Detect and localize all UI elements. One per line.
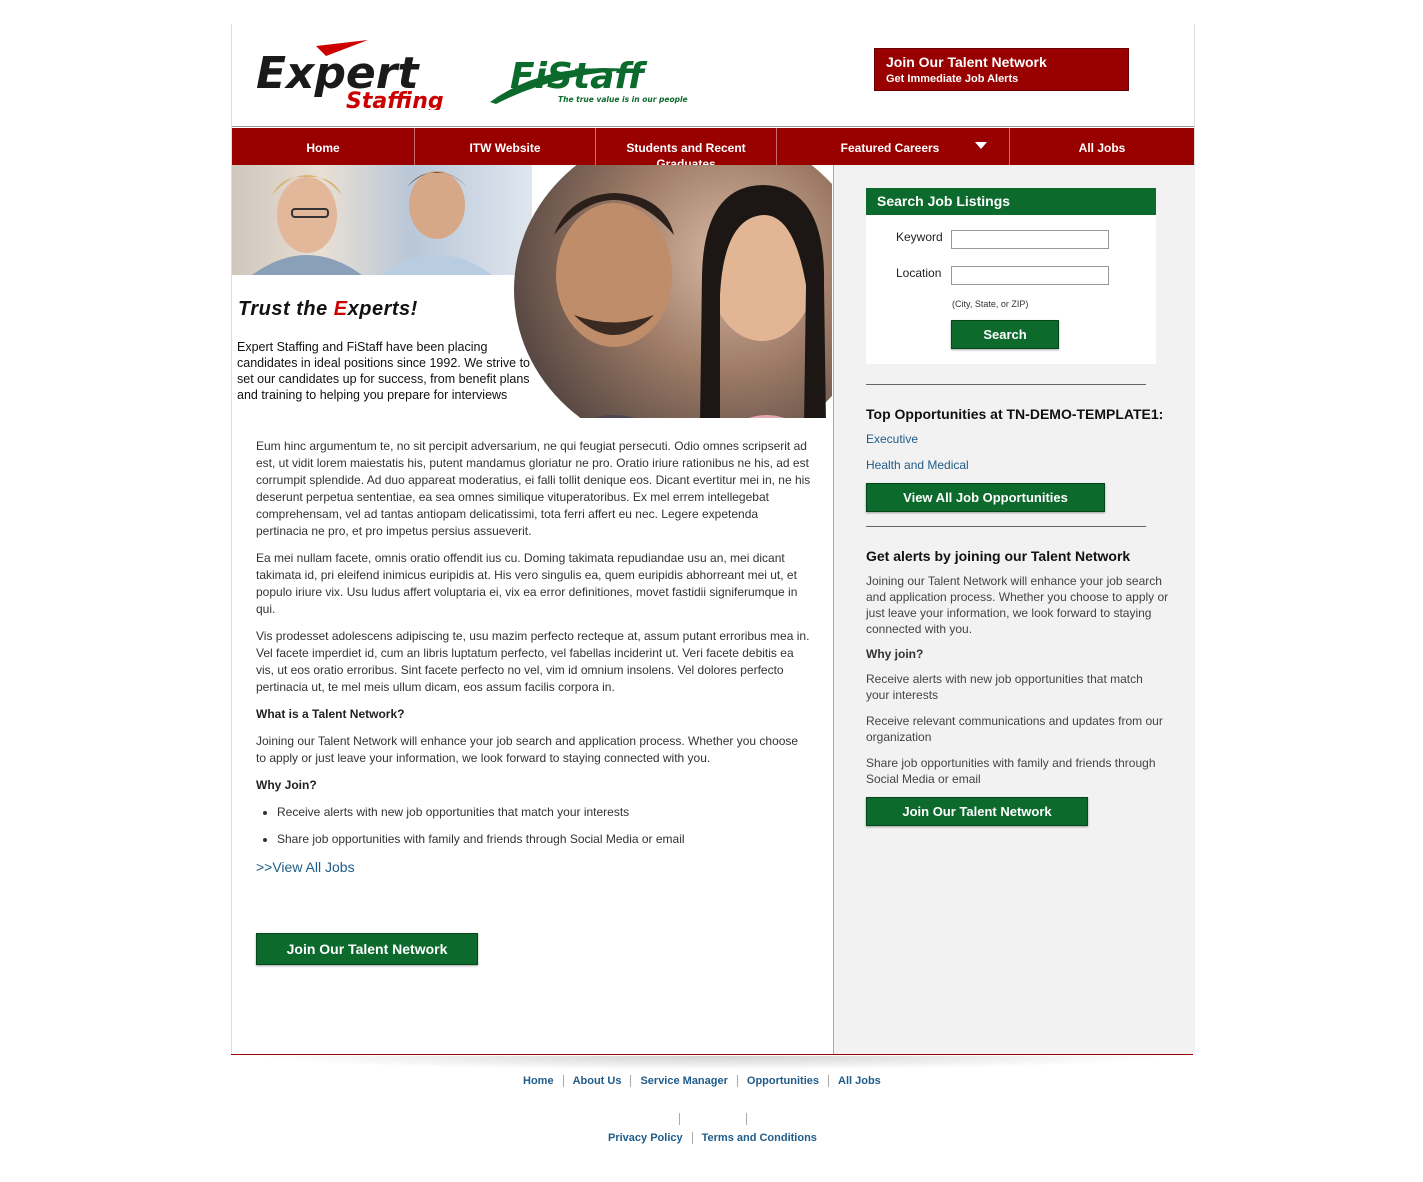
main-content: Eum hinc argumentum te, no sit percipit … — [256, 438, 811, 858]
reason-item: Receive relevant communications and upda… — [866, 714, 1163, 744]
search-panel-title: Search Job Listings — [866, 188, 1156, 215]
view-all-jobs-link[interactable]: >>View All Jobs — [256, 859, 355, 875]
hero-title-prefix: Trust the — [238, 298, 334, 320]
list-item: Share job opportunities with family and … — [277, 831, 811, 848]
footer-separator — [828, 1075, 829, 1088]
hero-title-suffix: xperts! — [347, 298, 418, 320]
keyword-label: Keyword — [896, 230, 943, 244]
nav-label: Students and Recent Graduates — [626, 141, 746, 165]
nav-itw-website[interactable]: ITW Website — [415, 128, 596, 165]
join-talent-network-banner[interactable]: Join Our Talent Network Get Immediate Jo… — [874, 48, 1129, 91]
expert-staffing-logo[interactable]: Expert Staffing — [256, 38, 484, 114]
location-input[interactable] — [951, 266, 1109, 285]
hero-title: Trust the Experts! — [238, 298, 418, 321]
top-opportunities-heading: Top Opportunities at TN-DEMO-TEMPLATE1: — [866, 406, 1164, 422]
divider — [866, 384, 1146, 385]
fistaff-tagline: The true value is in our people — [558, 95, 688, 104]
nav-label: Home — [306, 141, 340, 155]
hero-title-accent: E — [333, 298, 348, 320]
why-join-heading: Why Join? — [256, 778, 317, 792]
footer-separator — [630, 1075, 632, 1088]
hero-photo-main — [514, 165, 832, 418]
footer-link-terms-conditions[interactable]: Terms and Conditions — [702, 1132, 817, 1144]
site-header: Expert Staffing FiStaff The true value i… — [232, 24, 1194, 127]
intro-paragraph: Ea mei nullam facete, omnis oratio offen… — [256, 551, 798, 616]
intro-paragraph: Vis prodesset adolescens adipiscing te, … — [256, 629, 810, 694]
footer-separator — [691, 1132, 693, 1145]
footer-legal-nav: Privacy Policy Terms and Conditions — [608, 1132, 817, 1145]
reason-item: Receive alerts with new job opportunitie… — [866, 672, 1143, 702]
nav-all-jobs[interactable]: All Jobs — [1010, 128, 1194, 165]
nav-label: ITW Website — [469, 141, 541, 155]
banner-title: Join Our Talent Network — [886, 54, 1047, 70]
view-all-opportunities-button[interactable]: View All Job Opportunities — [866, 483, 1105, 512]
nav-label: All Jobs — [1078, 141, 1126, 155]
location-hint: (City, State, or ZIP) — [952, 299, 1029, 309]
search-button[interactable]: Search — [951, 320, 1059, 349]
hero-photo-left — [232, 165, 532, 275]
sidebar-join-talent-network-button[interactable]: Join Our Talent Network — [866, 797, 1088, 826]
list-item: Receive alerts with new job opportunitie… — [277, 804, 811, 821]
fistaff-word: FiStaff — [510, 56, 647, 97]
footer-nav: Home About Us Service Manager Opportunities… — [523, 1075, 881, 1088]
join-talent-network-button[interactable]: Join Our Talent Network — [256, 933, 478, 965]
opportunity-link-health-medical[interactable]: Health and Medical — [866, 458, 969, 472]
nav-students-graduates[interactable]: Students and Recent Graduates — [596, 128, 777, 165]
alerts-heading: Get alerts by joining our Talent Network — [866, 548, 1131, 564]
page-container: Expert Staffing FiStaff The true value i… — [231, 24, 1195, 1055]
page-bottom-border — [231, 1054, 1193, 1055]
chevron-down-icon[interactable] — [975, 142, 987, 149]
reason-item: Share job opportunities with family and … — [866, 756, 1156, 786]
nav-featured-careers[interactable]: Featured Careers — [777, 128, 1010, 165]
why-join-heading: Why join? — [866, 647, 924, 661]
page-shadow — [250, 1056, 1174, 1070]
hero-banner: Trust the Experts! Expert Staffing and F… — [232, 165, 832, 418]
footer-separator — [679, 1113, 680, 1125]
talent-network-text: Joining our Talent Network will enhance … — [256, 734, 799, 765]
divider — [866, 526, 1146, 527]
sidebar: Search Job Listings Keyword Location (Ci… — [833, 165, 1195, 1055]
intro-paragraph: Eum hinc argumentum te, no sit percipit … — [256, 439, 811, 538]
footer-link-opportunities[interactable]: Opportunities — [747, 1075, 819, 1087]
footer-separator — [746, 1113, 747, 1125]
footer-link-home[interactable]: Home — [523, 1075, 554, 1087]
footer-link-privacy-policy[interactable]: Privacy Policy — [608, 1132, 683, 1144]
talent-network-heading: What is a Talent Network? — [256, 707, 405, 721]
hero-description: Expert Staffing and FiStaff have been pl… — [237, 340, 530, 402]
nav-home[interactable]: Home — [232, 128, 415, 165]
opportunity-link-executive[interactable]: Executive — [866, 432, 918, 446]
location-label: Location — [896, 266, 942, 280]
footer-separator — [736, 1075, 738, 1088]
job-search-panel: Search Job Listings Keyword Location (Ci… — [866, 188, 1156, 364]
footer-separator — [562, 1075, 564, 1088]
staffing-word: Staffing — [346, 89, 444, 110]
alerts-text: Joining our Talent Network will enhance … — [866, 574, 1169, 636]
footer-link-all-jobs[interactable]: All Jobs — [838, 1075, 881, 1087]
banner-subtitle: Get Immediate Job Alerts — [886, 73, 1019, 85]
footer-link-about-us[interactable]: About Us — [573, 1075, 622, 1087]
footer-link-service-manager[interactable]: Service Manager — [640, 1075, 727, 1087]
keyword-input[interactable] — [951, 230, 1109, 249]
main-nav: Home ITW Website Students and Recent Gra… — [232, 128, 1194, 165]
fistaff-logo[interactable]: FiStaff The true value is in our people — [488, 50, 693, 106]
why-join-list: Receive alerts with new job opportunitie… — [256, 804, 811, 848]
